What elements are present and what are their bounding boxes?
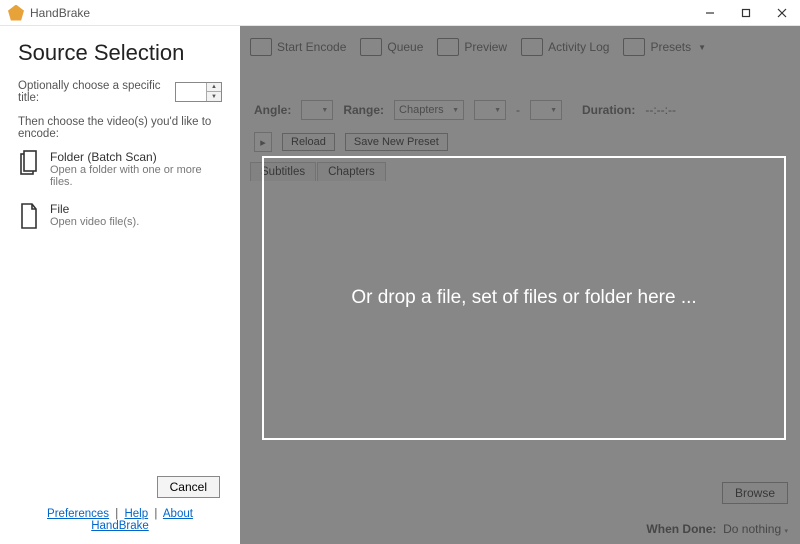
- file-option-label: File: [50, 202, 139, 216]
- cancel-button[interactable]: Cancel: [157, 476, 220, 498]
- spinner-up-icon[interactable]: ▲: [207, 83, 221, 92]
- title-spinner[interactable]: ▲ ▼: [175, 82, 222, 102]
- folder-icon: [18, 150, 40, 178]
- titlebar: HandBrake: [0, 0, 800, 26]
- optional-title-row: Optionally choose a specific title: ▲ ▼: [18, 80, 222, 104]
- source-selection-panel: Source Selection Optionally choose a spe…: [0, 26, 240, 544]
- optional-title-label: Optionally choose a specific title:: [18, 80, 169, 104]
- footer-links: Preferences | Help | About HandBrake: [18, 508, 222, 536]
- open-file-option[interactable]: File Open video file(s).: [18, 202, 222, 230]
- file-icon: [18, 202, 40, 230]
- title-spinner-input[interactable]: [176, 83, 206, 101]
- preferences-link[interactable]: Preferences: [47, 508, 109, 520]
- spinner-down-icon[interactable]: ▼: [207, 92, 221, 101]
- app-icon: [8, 5, 24, 21]
- file-option-desc: Open video file(s).: [50, 216, 139, 228]
- folder-option-label: Folder (Batch Scan): [50, 150, 222, 164]
- source-selection-heading: Source Selection: [18, 40, 222, 66]
- drop-zone[interactable]: Or drop a file, set of files or folder h…: [262, 156, 786, 440]
- open-folder-option[interactable]: Folder (Batch Scan) Open a folder with o…: [18, 150, 222, 188]
- drop-zone-text: Or drop a file, set of files or folder h…: [351, 287, 696, 309]
- app-title: HandBrake: [30, 6, 90, 20]
- minimize-button[interactable]: [692, 0, 728, 26]
- maximize-button[interactable]: [728, 0, 764, 26]
- folder-option-desc: Open a folder with one or more files.: [50, 164, 222, 188]
- help-link[interactable]: Help: [124, 508, 148, 520]
- main-content: Start Encode Queue Preview Activity Log …: [240, 26, 800, 544]
- close-button[interactable]: [764, 0, 800, 26]
- then-choose-label: Then choose the video(s) you'd like to e…: [18, 116, 222, 140]
